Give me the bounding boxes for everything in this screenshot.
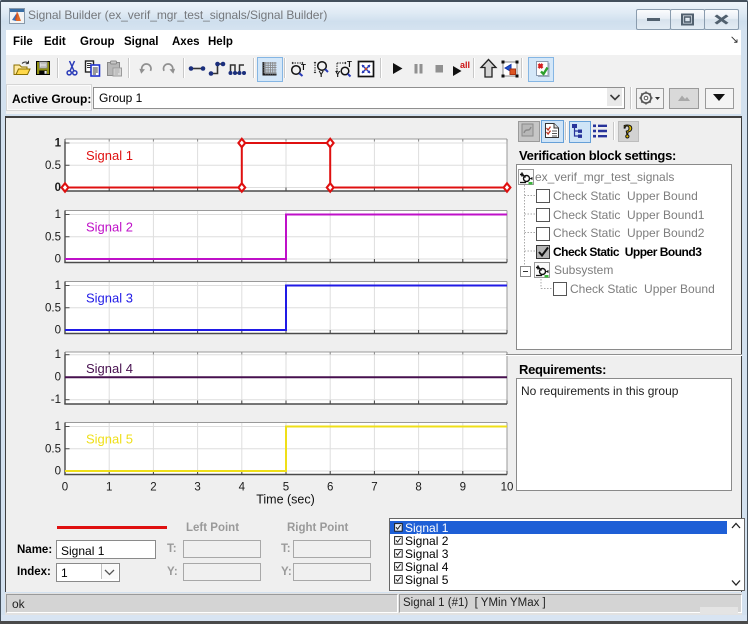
svg-text:Y: Y <box>319 70 325 78</box>
svg-text:all: all <box>460 60 470 70</box>
svg-text:?: ? <box>623 121 633 143</box>
svg-text:T: T <box>301 63 306 72</box>
svg-text:Y: Y <box>335 70 341 78</box>
